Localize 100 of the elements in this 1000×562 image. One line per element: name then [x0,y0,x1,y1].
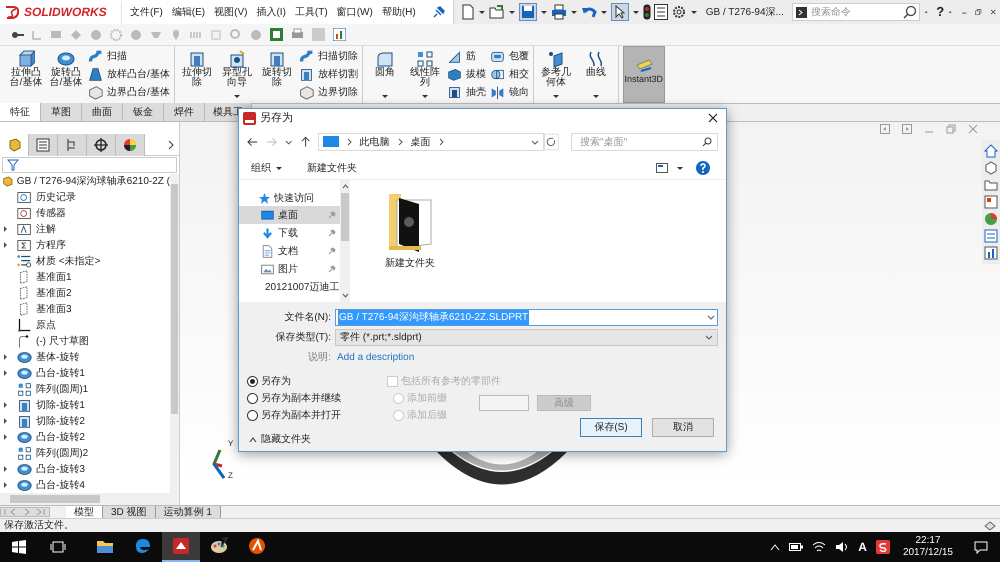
tree-item[interactable]: 切除-旋转2 [36,414,85,428]
battery-icon[interactable] [789,542,804,552]
open-folder-icon[interactable] [488,4,505,20]
radio-button[interactable] [247,393,258,404]
wifi-icon[interactable] [812,541,826,553]
tree-item[interactable]: 传感器 [36,206,66,220]
menu-item[interactable]: 插入(I) [256,4,286,20]
save-icon[interactable] [518,3,537,21]
breadcrumb-item[interactable]: 桌面 [410,134,431,150]
pin-icon[interactable] [432,6,445,18]
up-arrow-icon[interactable] [300,136,310,148]
nav-item[interactable]: 20121007迈迪工 [239,278,340,296]
cancel-button[interactable]: 取消 [652,418,714,437]
tree-item[interactable]: 基准面2 [36,286,72,300]
panel-tab[interactable] [29,134,58,156]
settings-icon[interactable] [670,4,687,20]
menu-item[interactable]: 视图(V) [214,4,248,20]
ribbon-tab[interactable]: 焊件 [164,103,205,121]
chevron-up-icon[interactable] [770,543,780,551]
tree-item[interactable]: 注解 [36,222,56,236]
ribbon-tab[interactable]: 钣金 [123,103,164,121]
command-button[interactable]: 包覆 [490,48,529,64]
menu-item[interactable]: 帮助(H) [382,4,416,20]
model-tab[interactable]: 模型 [66,506,103,518]
tree-item[interactable]: 基准面3 [36,302,72,316]
sogou-icon[interactable] [876,540,890,554]
menu-item[interactable]: 工具(T) [294,4,328,20]
next-view-icon[interactable] [902,124,912,134]
print-icon[interactable] [550,4,567,20]
clock[interactable]: 22:17 2017/12/15 [902,535,953,559]
angle-icon[interactable] [32,30,42,40]
command-button[interactable]: 拉伸切 除 [178,46,215,103]
command-button[interactable]: 放样切割 [298,66,358,82]
save-button[interactable]: 保存(S) [580,418,642,437]
command-button[interactable]: 旋转凸 台/基体 [48,46,84,103]
scrollbar[interactable] [340,180,350,302]
taskbar-app[interactable] [162,532,200,562]
chart-report-icon[interactable] [333,28,346,41]
command-button[interactable]: 扫描切除 [298,48,358,64]
chart-icon[interactable] [984,246,998,260]
address-bar[interactable]: 此电脑 桌面 [318,133,544,151]
command-button[interactable]: 拉伸凸 台/基体 [8,46,44,103]
file-type-dropdown[interactable]: 零件 (*.prt;*.sldprt) [335,328,718,346]
home-icon[interactable] [984,144,998,158]
select-pointer-icon[interactable] [610,3,629,21]
palette-icon[interactable] [984,195,998,209]
command-button[interactable]: 参考几 何体 [538,46,574,103]
command-button[interactable]: 旋转切 除 [258,46,295,103]
previous-view-icon[interactable] [880,124,890,134]
refresh-icon[interactable] [544,133,560,151]
new-document-icon[interactable] [460,4,475,20]
input-method-indicator[interactable]: A [858,538,867,556]
tree-item[interactable]: 原点 [36,318,56,332]
options-list-icon[interactable] [654,4,668,20]
tree-item[interactable]: 切除-旋转1 [36,398,85,412]
tree-item[interactable]: 方程序 [36,238,66,252]
command-button[interactable]: 镜向 [490,85,529,100]
traffic-light-icon[interactable] [642,4,651,20]
help-button[interactable]: ? [936,2,944,22]
scrollbar[interactable] [0,493,179,505]
menu-item[interactable]: 编辑(E) [172,4,206,20]
folder-item[interactable]: 新建文件夹 [380,192,440,302]
panel-tab[interactable] [116,134,145,156]
list-icon[interactable] [984,229,998,243]
nav-item[interactable]: 桌面 [239,206,340,224]
new-folder-button[interactable]: 新建文件夹 [307,160,357,176]
tree-item[interactable]: 基准面1 [36,270,72,284]
tree-item[interactable]: 阵列(圆周)1 [36,382,88,396]
model-tab[interactable]: 运动算例 1 [156,506,221,518]
command-button[interactable]: 筋 [446,48,486,64]
command-button[interactable]: 边界凸台/基体 [88,85,170,100]
command-button[interactable]: 曲线 [578,46,614,103]
affix-input-field[interactable] [479,395,529,411]
ribbon-tab[interactable]: 曲面 [82,103,123,121]
command-button[interactable]: 放样凸台/基体 [88,66,170,82]
restore-icon[interactable] [975,6,982,18]
tree-item[interactable]: (-) 尺寸草图 [36,334,89,348]
speaker-icon[interactable] [835,541,850,553]
chevron-right-icon[interactable] [167,140,175,150]
notification-icon[interactable] [974,540,988,554]
hide-folders-toggle[interactable]: 隐藏文件夹 [249,432,387,447]
menu-item[interactable]: 文件(F) [130,4,163,20]
close-icon[interactable] [708,113,718,123]
view-mode-icon[interactable] [656,163,668,173]
command-button[interactable]: 扫描 [88,48,170,64]
task-view-icon[interactable] [50,540,66,554]
scrollbar[interactable] [170,174,179,493]
model-tab[interactable]: 3D 视图 [103,506,156,518]
tree-item[interactable]: 凸台-旋转1 [36,366,85,380]
panel-tab[interactable] [87,134,116,156]
command-button[interactable]: 线性阵 列 [406,46,443,103]
help-icon[interactable] [696,161,710,175]
tree-item[interactable]: 阵列(圆周)2 [36,446,88,460]
printer-icon[interactable] [291,28,304,41]
search-field[interactable]: 搜索命令 [792,3,920,21]
command-button[interactable]: 圆角 [366,46,403,103]
command-button[interactable]: 拔模 [446,66,486,82]
folder-icon[interactable] [984,178,998,192]
tree-item[interactable]: 凸台-旋转4 [36,478,85,492]
command-button[interactable]: 抽壳 [446,85,486,100]
